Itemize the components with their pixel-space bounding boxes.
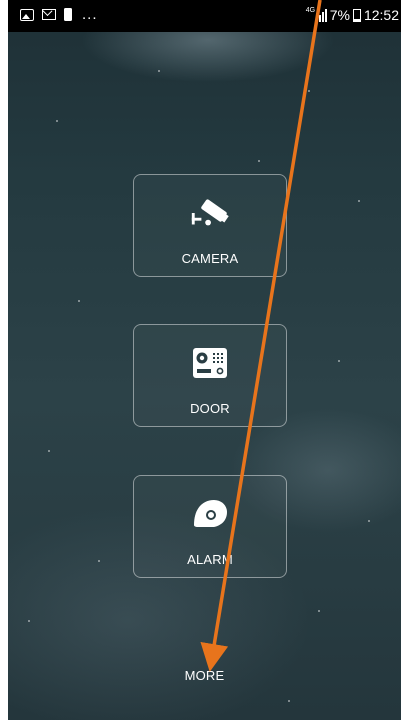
signal-strength-icon: 4G: [306, 7, 327, 22]
image-icon: [20, 8, 34, 21]
alarm-label: ALARM: [187, 552, 233, 567]
security-camera-icon: [188, 193, 232, 233]
more-notifications-indicator: ...: [82, 5, 98, 23]
battery-percentage: 7%: [329, 7, 350, 23]
system-status: 4G 7% 12:52: [306, 7, 399, 24]
notification-icons: ...: [20, 5, 98, 23]
status-bar: ... 4G 7% 12:52: [8, 0, 401, 32]
alarm-sensor-icon: [188, 494, 232, 534]
battery-icon: [352, 8, 361, 22]
clock: 12:52: [363, 7, 399, 23]
alarm-button[interactable]: ALARM: [133, 475, 287, 578]
mail-icon: [42, 9, 56, 20]
network-type-label: 4G: [305, 6, 316, 14]
app-screen: ... 4G 7% 12:52 CAMERA DOOR ALARM MORE: [8, 0, 401, 720]
camera-button[interactable]: CAMERA: [133, 174, 287, 277]
camera-label: CAMERA: [181, 251, 239, 266]
door-intercom-icon: [188, 343, 232, 383]
more-button[interactable]: [173, 660, 243, 690]
door-label: DOOR: [190, 401, 230, 416]
phone-icon: [64, 8, 72, 21]
door-button[interactable]: DOOR: [133, 324, 287, 427]
